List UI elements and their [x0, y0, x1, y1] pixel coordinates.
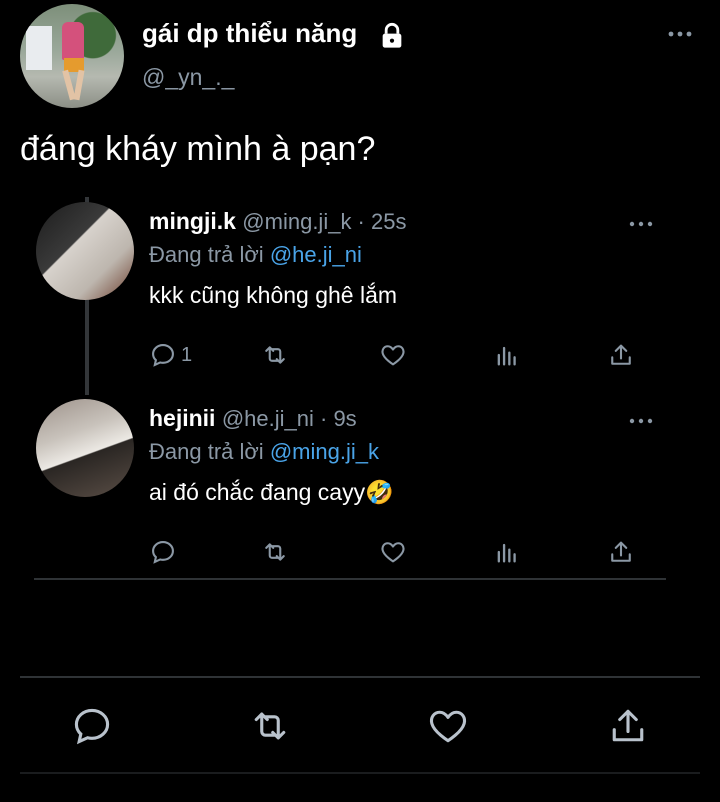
- divider: [20, 772, 700, 774]
- divider: [20, 676, 700, 678]
- retweet-button[interactable]: [261, 340, 289, 370]
- mention-link[interactable]: @he.ji_ni: [270, 242, 362, 267]
- reply-actions: 1: [149, 340, 639, 370]
- reply-button[interactable]: [149, 537, 181, 567]
- share-icon: [611, 344, 631, 365]
- retweet-icon: [265, 346, 285, 364]
- heart-icon: [381, 345, 405, 366]
- views-icon: [497, 543, 516, 563]
- share-button[interactable]: [607, 340, 635, 370]
- reply-icon: [152, 541, 174, 564]
- avatar[interactable]: [36, 399, 134, 497]
- like-button[interactable]: [379, 340, 407, 370]
- reply-button[interactable]: [70, 704, 114, 748]
- tweet-actions: [60, 704, 670, 748]
- views-button[interactable]: [493, 340, 521, 370]
- reply-author-name[interactable]: hejinii: [149, 405, 215, 431]
- reply-meta: @he.ji_ni · 9s: [221, 406, 357, 431]
- retweet-icon: [265, 543, 285, 561]
- reply-meta: @ming.ji_k · 25s: [242, 209, 407, 234]
- mention-link[interactable]: @ming.ji_k: [270, 439, 379, 464]
- heart-icon: [429, 710, 467, 743]
- replying-prefix: Đang trả lời: [149, 242, 264, 267]
- reply-actions: [149, 537, 639, 567]
- tweet-author: gái dp thiểu năng @_yn_._: [20, 4, 700, 108]
- replying-to: Đang trả lời @he.ji_ni: [149, 242, 362, 268]
- heart-icon: [381, 542, 405, 563]
- views-button[interactable]: [493, 537, 521, 567]
- replying-to: Đang trả lời @ming.ji_k: [149, 439, 379, 465]
- reply-author-name[interactable]: mingji.k: [149, 208, 236, 234]
- more-icon[interactable]: [628, 413, 654, 429]
- reply-icon: [152, 344, 174, 367]
- reply-icon: [74, 708, 110, 745]
- avatar[interactable]: [36, 202, 134, 300]
- more-icon[interactable]: [666, 24, 694, 44]
- share-button[interactable]: [607, 537, 635, 567]
- display-name[interactable]: gái dp thiểu năng: [142, 18, 357, 49]
- retweet-button[interactable]: [248, 704, 292, 748]
- reply-text: kkk cũng không ghê lắm: [149, 282, 398, 308]
- retweet-icon: [254, 712, 286, 740]
- reply-author[interactable]: hejinii @he.ji_ni · 9s: [149, 405, 357, 432]
- share-button[interactable]: [606, 704, 650, 748]
- reply-author[interactable]: mingji.k @ming.ji_k · 25s: [149, 208, 406, 235]
- views-icon: [497, 346, 516, 366]
- handle[interactable]: @_yn_._: [142, 64, 234, 91]
- reply-tweet[interactable]: hejinii @he.ji_ni · 9s Đang trả lời @min…: [36, 399, 666, 569]
- share-icon: [612, 709, 644, 742]
- reply-count: 1: [181, 343, 193, 366]
- lock-icon: [382, 22, 402, 48]
- reply-tweet[interactable]: mingji.k @ming.ji_k · 25s Đang trả lời @…: [36, 202, 666, 372]
- more-icon[interactable]: [628, 216, 654, 232]
- tweet-text: đáng kháy mình à pạn?: [20, 130, 376, 168]
- share-icon: [611, 541, 631, 562]
- reply-button[interactable]: 1: [149, 340, 192, 370]
- retweet-button[interactable]: [261, 537, 289, 567]
- like-button[interactable]: [426, 704, 470, 748]
- like-button[interactable]: [379, 537, 407, 567]
- reply-text: ai đó chắc đang cayy🤣: [149, 479, 394, 505]
- divider: [34, 578, 666, 580]
- avatar[interactable]: [20, 4, 124, 108]
- replying-prefix: Đang trả lời: [149, 439, 264, 464]
